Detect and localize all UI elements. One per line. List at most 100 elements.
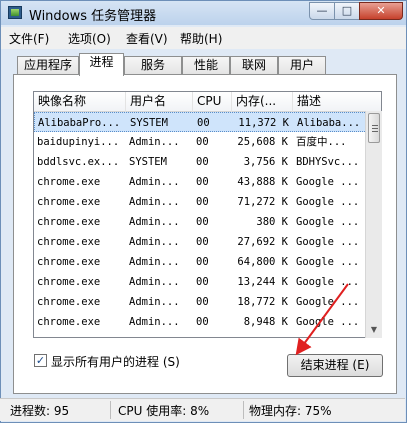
- cell-cpu: 00: [196, 196, 209, 208]
- cell-memory: 71,272 K: [237, 196, 288, 208]
- menu-view[interactable]: 查看(V): [126, 30, 168, 47]
- maximize-button[interactable]: □: [334, 2, 360, 20]
- table-row[interactable]: chrome.exe Admin... 00 13,244 K Google ...: [34, 272, 367, 292]
- cell-cpu: 00: [196, 296, 209, 308]
- cell-cpu: 00: [196, 236, 209, 248]
- cell-user-name: Admin...: [126, 332, 192, 337]
- list-header: 映像名称 用户名 CPU 内存(... 描述: [34, 92, 381, 112]
- cell-cpu: 00: [196, 216, 209, 228]
- cell-image-name: chrome.exe: [37, 236, 101, 248]
- cell-user-name: Admin...: [129, 296, 180, 308]
- menu-options[interactable]: 选项(O): [68, 30, 111, 47]
- cell-image-name: chrome.exe: [37, 256, 101, 268]
- column-description[interactable]: 描述: [293, 92, 381, 112]
- cell-user-name: Admin...: [129, 216, 180, 228]
- cell-memory: 25,608 K: [237, 136, 288, 148]
- cell-memory: 3,756 K: [243, 156, 288, 168]
- cell-memory: 64,800 K: [237, 256, 288, 268]
- column-memory[interactable]: 内存(...: [232, 92, 293, 112]
- cell-cpu: 00: [193, 332, 232, 337]
- cell-description: Google ...: [296, 236, 360, 248]
- cell-image-name: chrome.exe: [37, 216, 101, 228]
- cell-user-name: Admin...: [129, 316, 180, 328]
- cell-description: Google ...: [296, 296, 360, 308]
- cell-image-name: baidupinyi...: [37, 136, 120, 148]
- status-cpu-usage: CPU 使用率: 8%: [118, 404, 210, 418]
- table-row[interactable]: chrome.exeAdmin...0011,684 KGoogle ...: [34, 332, 367, 337]
- cell-memory: 380 K: [256, 216, 288, 228]
- tab-services[interactable]: 服务: [124, 56, 182, 75]
- status-bar: 进程数: 95 CPU 使用率: 8% 物理内存: 75%: [0, 398, 405, 421]
- cell-image-name: chrome.exe: [37, 196, 101, 208]
- title-bar[interactable]: Windows 任务管理器 — □ ✕: [1, 1, 406, 25]
- table-row[interactable]: chrome.exe Admin... 00 43,888 K Google ...: [34, 172, 367, 192]
- column-image-name[interactable]: 映像名称: [34, 92, 126, 112]
- cell-memory: 13,244 K: [237, 276, 288, 288]
- tab-processes[interactable]: 进程: [79, 53, 124, 76]
- process-list[interactable]: 映像名称 用户名 CPU 内存(... 描述 AlibabaPro... SYST…: [33, 91, 382, 338]
- vertical-scrollbar[interactable]: ▲ ▼: [365, 111, 382, 338]
- cell-cpu: 00: [196, 256, 209, 268]
- list-body: AlibabaPro... SYSTEM 00 11,372 K Alibaba... b…: [34, 112, 367, 337]
- column-cpu[interactable]: CPU: [193, 92, 232, 112]
- table-row[interactable]: chrome.exe Admin... 00 18,772 K Google ...: [34, 292, 367, 312]
- cell-cpu: 00: [196, 276, 209, 288]
- close-button[interactable]: ✕: [359, 2, 403, 20]
- cell-user-name: SYSTEM: [129, 156, 167, 168]
- cell-memory: 11,684 K: [232, 332, 292, 337]
- table-row[interactable]: chrome.exe Admin... 00 71,272 K Google ...: [34, 192, 367, 212]
- tab-networking[interactable]: 联网: [230, 56, 278, 75]
- cell-cpu: 00: [196, 176, 209, 188]
- checkbox-check-icon[interactable]: ✓: [34, 354, 47, 367]
- table-row[interactable]: chrome.exe Admin... 00 8,948 K Google ...: [34, 312, 367, 332]
- menu-file[interactable]: 文件(F): [9, 30, 49, 47]
- scroll-thumb[interactable]: [368, 113, 380, 143]
- table-row[interactable]: baidupinyi... Admin... 00 25,608 K 百度中...: [34, 132, 367, 152]
- cell-user-name: Admin...: [129, 136, 180, 148]
- cell-description: BDHYSvc...: [296, 156, 360, 168]
- table-row[interactable]: bddlsvc.ex... SYSTEM 00 3,756 K BDHYSvc...: [34, 152, 367, 172]
- cell-image-name: chrome.exe: [37, 296, 101, 308]
- cell-memory: 11,372 K: [238, 117, 289, 129]
- cell-image-name: chrome.exe: [37, 316, 101, 328]
- cell-user-name: SYSTEM: [130, 117, 168, 129]
- show-all-users-label: 显示所有用户的进程 (S): [51, 355, 180, 369]
- cell-description: Google ...: [296, 176, 360, 188]
- cell-description: Google ...: [296, 276, 360, 288]
- table-row[interactable]: chrome.exe Admin... 00 64,800 K Google ...: [34, 252, 367, 272]
- menu-bar: 文件(F) 选项(O) 查看(V) 帮助(H): [1, 27, 406, 49]
- cell-memory: 18,772 K: [237, 296, 288, 308]
- app-icon: [8, 6, 22, 19]
- cell-description: Google ...: [296, 256, 360, 268]
- cell-cpu: 00: [196, 136, 209, 148]
- cell-user-name: Admin...: [129, 196, 180, 208]
- table-row[interactable]: AlibabaPro... SYSTEM 00 11,372 K Alibaba...: [34, 112, 367, 132]
- status-process-count: 进程数: 95: [10, 404, 70, 418]
- cell-memory: 27,692 K: [237, 236, 288, 248]
- column-user-name[interactable]: 用户名: [126, 92, 193, 112]
- cell-cpu: 00: [196, 316, 209, 328]
- tab-performance[interactable]: 性能: [182, 56, 230, 75]
- cell-cpu: 00: [197, 117, 210, 129]
- scroll-down-icon[interactable]: ▼: [366, 322, 382, 338]
- tab-applications[interactable]: 应用程序: [17, 56, 79, 75]
- cell-memory: 8,948 K: [243, 316, 288, 328]
- cell-image-name: chrome.exe: [37, 176, 101, 188]
- cell-image-name: AlibabaPro...: [38, 117, 121, 129]
- end-process-button[interactable]: 结束进程 (E): [287, 354, 383, 377]
- table-row[interactable]: chrome.exe Admin... 00 380 K Google ...: [34, 212, 367, 232]
- cell-image-name: bddlsvc.ex...: [37, 156, 120, 168]
- cell-user-name: Admin...: [129, 176, 180, 188]
- window-title: Windows 任务管理器: [29, 9, 157, 24]
- cell-description: Google ...: [293, 332, 367, 337]
- cell-description: Google ...: [296, 316, 360, 328]
- cell-description: Google ...: [296, 216, 360, 228]
- cell-user-name: Admin...: [129, 236, 180, 248]
- minimize-button[interactable]: —: [309, 2, 335, 20]
- table-row[interactable]: chrome.exe Admin... 00 27,692 K Google ...: [34, 232, 367, 252]
- tab-users[interactable]: 用户: [278, 56, 326, 75]
- cell-description: 百度中...: [296, 136, 347, 148]
- status-physical-memory: 物理内存: 75%: [249, 404, 332, 418]
- menu-help[interactable]: 帮助(H): [180, 30, 222, 47]
- cell-description: Alibaba...: [297, 117, 361, 129]
